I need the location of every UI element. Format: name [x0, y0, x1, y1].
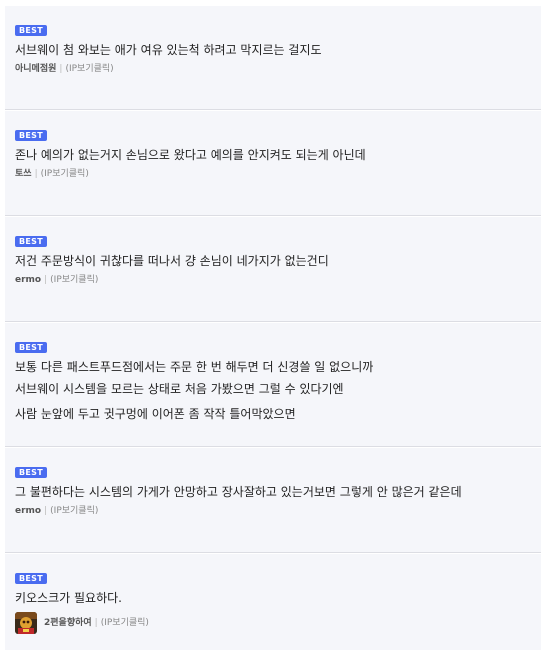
meta-separator: |: [44, 275, 48, 285]
comment-text: 그 불편하다는 시스템의 가게가 안망하고 장사잘하고 있는거보면 그렇게 안 …: [15, 481, 541, 503]
ip-view-link[interactable]: (IP보기클릭): [50, 504, 98, 518]
author-name[interactable]: ermo: [15, 273, 41, 287]
best-badge: BEST: [15, 467, 47, 478]
comment-line: 저건 주문방식이 귀찮다를 떠나서 걍 손님이 네가지가 없는건디: [15, 254, 329, 268]
comment-line: 서브웨이 시스템을 모르는 상태로 처음 가봤으면 그럴 수 있다기엔: [15, 382, 344, 396]
comment-item: BEST 서브웨이 첨 와보는 애가 여유 있는척 하려고 막지르는 걸지도 아…: [5, 6, 541, 110]
comment-item: BEST 키오스크가 필요하다. 2편을향하여 | (IP보기클릭): [5, 554, 541, 650]
ip-view-link[interactable]: (IP보기클릭): [65, 62, 113, 76]
meta-separator: |: [44, 506, 48, 516]
comment-item: BEST 보통 다른 패스트푸드점에서는 주문 한 번 해두면 더 신경쓸 일 …: [5, 323, 541, 447]
comment-item: BEST 존나 예의가 없는거지 손님으로 왔다고 예의를 안지켜도 되는게 아…: [5, 111, 541, 216]
comment-meta: 토쓰 | (IP보기클릭): [15, 167, 541, 181]
author-name[interactable]: 아니메점원: [15, 62, 56, 76]
author-name[interactable]: 2편을향하여: [44, 616, 92, 630]
ip-view-link[interactable]: (IP보기클릭): [101, 616, 149, 630]
best-badge: BEST: [15, 236, 47, 247]
ip-view-link[interactable]: (IP보기클릭): [41, 167, 89, 181]
best-badge: BEST: [15, 25, 47, 36]
comment-text: 보통 다른 패스트푸드점에서는 주문 한 번 해두면 더 신경쓸 일 없으니까 …: [15, 356, 541, 425]
comment-text: 키오스크가 필요하다.: [15, 587, 541, 609]
author-name[interactable]: ermo: [15, 504, 41, 518]
author-name[interactable]: 토쓰: [15, 167, 32, 181]
ip-view-link[interactable]: (IP보기클릭): [50, 273, 98, 287]
comment-meta: 2편을향하여 | (IP보기클릭): [15, 612, 541, 634]
comment-item: BEST 저건 주문방식이 귀찮다를 떠나서 걍 손님이 네가지가 없는건디 e…: [5, 217, 541, 322]
comment-line: 사람 눈앞에 두고 귓구멍에 이어폰 좀 작작 틀어막았으면: [15, 407, 296, 421]
comment-item: BEST 그 불편하다는 시스템의 가게가 안망하고 장사잘하고 있는거보면 그…: [5, 448, 541, 553]
best-badge: BEST: [15, 130, 47, 141]
best-badge: BEST: [15, 573, 47, 584]
comment-line: 존나 예의가 없는거지 손님으로 왔다고 예의를 안지켜도 되는게 아닌데: [15, 148, 366, 162]
comment-meta: ermo | (IP보기클릭): [15, 504, 541, 518]
meta-separator: |: [59, 64, 63, 74]
comment-line: 그 불편하다는 시스템의 가게가 안망하고 장사잘하고 있는거보면 그렇게 안 …: [15, 485, 462, 499]
comment-line: 보통 다른 패스트푸드점에서는 주문 한 번 해두면 더 신경쓸 일 없으니까: [15, 360, 374, 374]
best-comment-list: BEST 서브웨이 첨 와보는 애가 여유 있는척 하려고 막지르는 걸지도 아…: [0, 0, 549, 650]
comment-line: 서브웨이 첨 와보는 애가 여유 있는척 하려고 막지르는 걸지도: [15, 43, 322, 57]
comment-text: 존나 예의가 없는거지 손님으로 왔다고 예의를 안지켜도 되는게 아닌데: [15, 144, 541, 166]
comment-meta: ermo | (IP보기클릭): [15, 273, 541, 287]
meta-separator: |: [34, 169, 38, 179]
best-badge: BEST: [15, 342, 47, 353]
comment-text: 저건 주문방식이 귀찮다를 떠나서 걍 손님이 네가지가 없는건디: [15, 250, 541, 272]
user-avatar[interactable]: [15, 612, 37, 634]
comment-line: 키오스크가 필요하다.: [15, 591, 122, 605]
comment-meta: 아니메점원 | (IP보기클릭): [15, 62, 541, 76]
comment-text: 서브웨이 첨 와보는 애가 여유 있는척 하려고 막지르는 걸지도: [15, 39, 541, 61]
meta-separator: |: [94, 618, 98, 628]
